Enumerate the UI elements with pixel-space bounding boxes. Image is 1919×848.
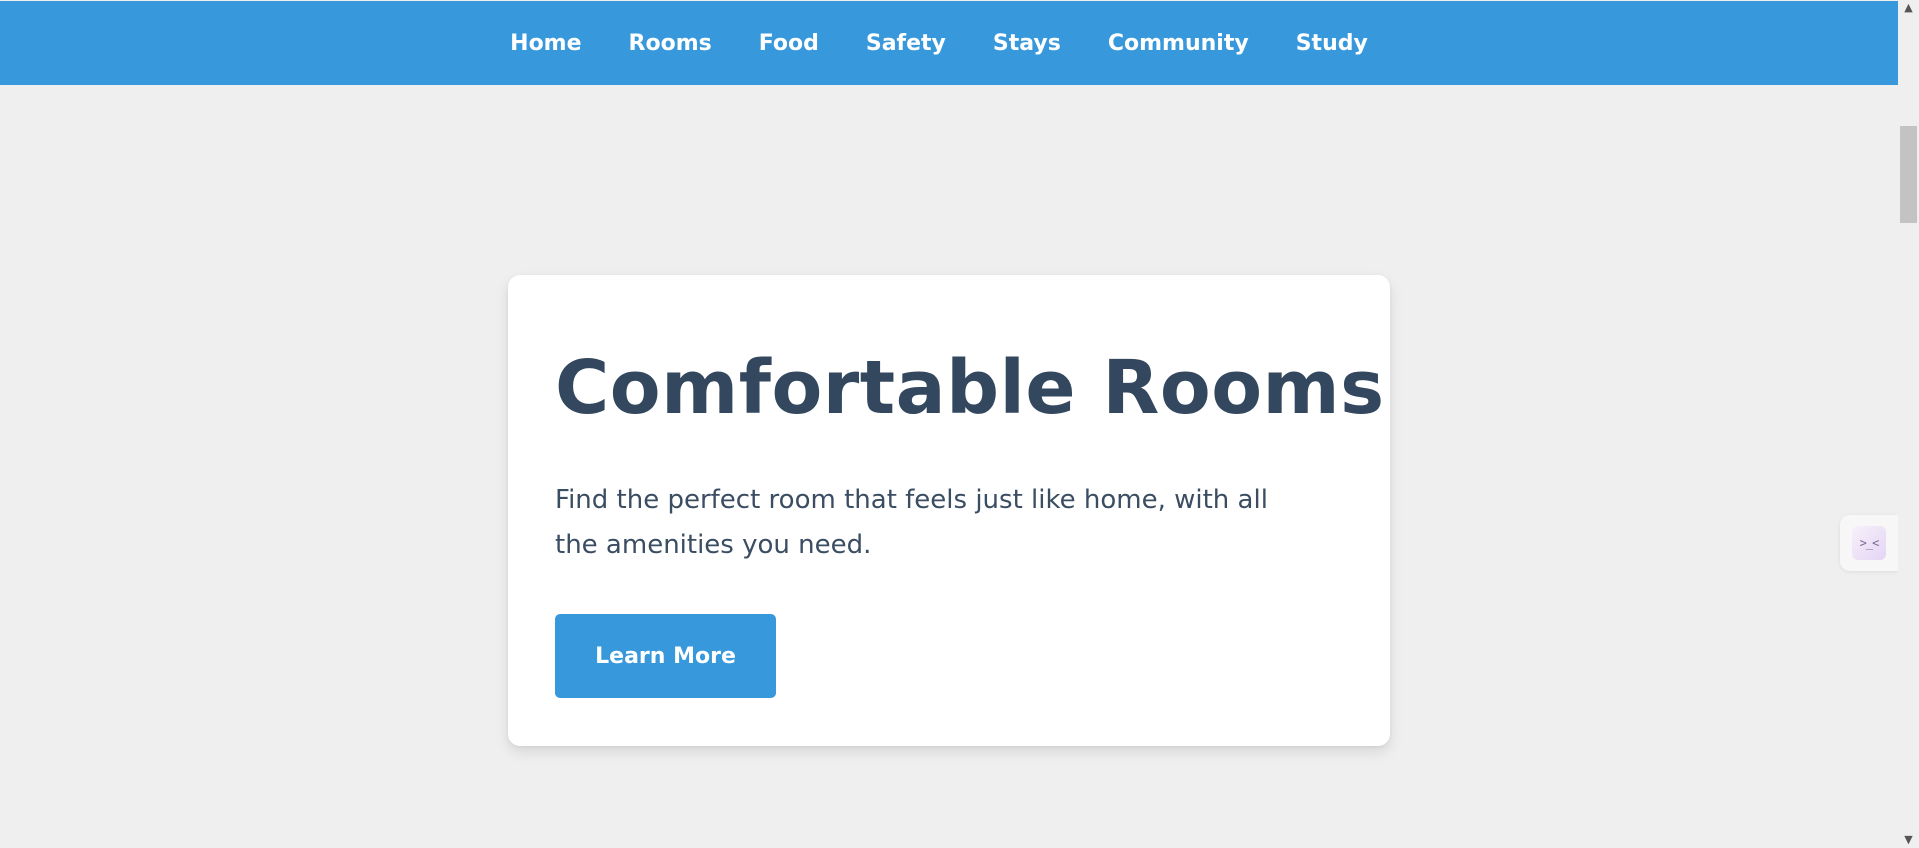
nav-link-safety[interactable]: Safety [866,31,946,56]
nav-link-community[interactable]: Community [1108,31,1249,56]
vertical-scrollbar[interactable]: ▲ ▼ [1898,0,1919,848]
hero-title: Comfortable Rooms [555,345,1385,431]
nav-link-food[interactable]: Food [759,31,819,56]
scroll-down-arrow-icon[interactable]: ▼ [1898,832,1919,848]
nav-link-rooms[interactable]: Rooms [629,31,712,56]
nav-link-stays[interactable]: Stays [993,31,1061,56]
learn-more-button[interactable]: Learn More [555,614,776,698]
hero-description: Find the perfect room that feels just li… [555,485,1268,560]
side-widget-button[interactable]: >_< [1840,515,1898,571]
page-viewport: Home Rooms Food Safety Stays Community S… [0,0,1919,848]
scroll-up-arrow-icon[interactable]: ▲ [1898,0,1919,16]
nav-link-study[interactable]: Study [1296,31,1368,56]
top-navbar: Home Rooms Food Safety Stays Community S… [0,1,1898,85]
nav-link-home[interactable]: Home [510,31,581,56]
hero-card: Comfortable Rooms Find the perfect room … [508,275,1390,746]
scrollbar-thumb[interactable] [1900,126,1917,223]
extension-face-icon: >_< [1852,526,1886,560]
